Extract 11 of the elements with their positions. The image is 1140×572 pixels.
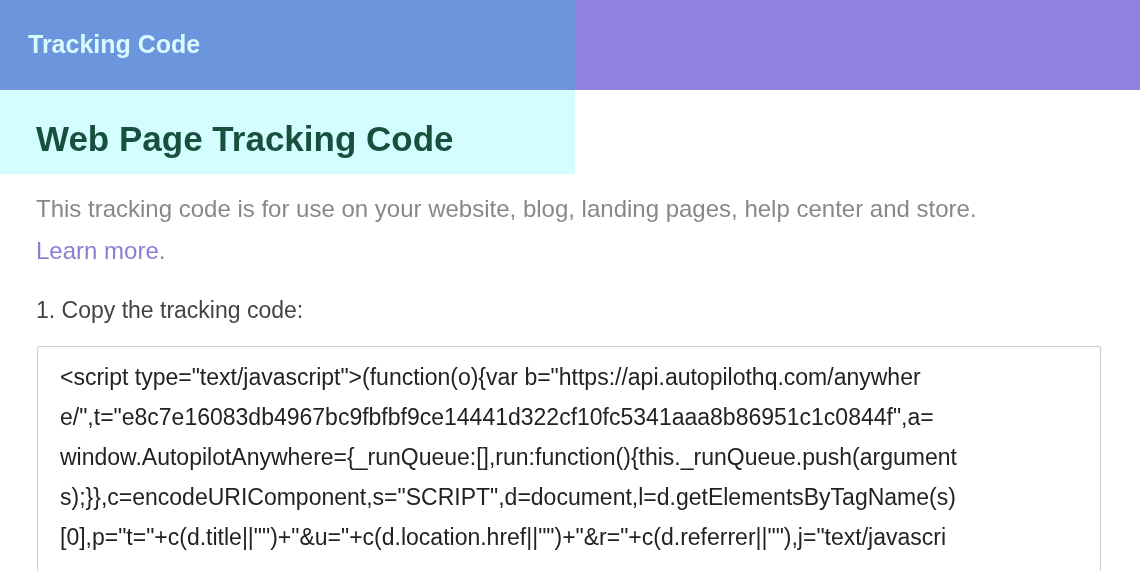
learn-more-link[interactable]: Learn more <box>36 237 159 264</box>
code-line: window.AutopilotAnywhere={_runQueue:[],run:function(){this._runQueue.push(argument <box>60 443 958 472</box>
code-line: <script type="text/javascript">(function(o){var b="https://api.autopilothq.com/anywher <box>60 363 922 392</box>
code-line: [0],p="t="+c(d.title||"")+"&u="+c(d.location.href||"")+"&r="+c(d.referrer||""),j="text/javascri <box>60 523 947 552</box>
code-line: s);}},c=encodeURIComponent,s="SCRIPT",d=document,l=d.getElementsByTagName(s) <box>60 483 957 512</box>
step-label: 1. Copy the tracking code: <box>36 296 305 324</box>
intro-paragraph: This tracking code is for use on your website, blog, landing pages, help center and store. Learn more. <box>36 194 978 266</box>
code-box[interactable] <box>37 346 1101 571</box>
page-title: Tracking Code <box>28 30 201 58</box>
section-heading: Web Page Tracking Code <box>0 90 575 174</box>
code-line: e/",t="e8c7e16083db4967bc9fbfbf9ce14441d322cf10fc5341aaa8b86951c1c0844f",a= <box>60 403 935 432</box>
